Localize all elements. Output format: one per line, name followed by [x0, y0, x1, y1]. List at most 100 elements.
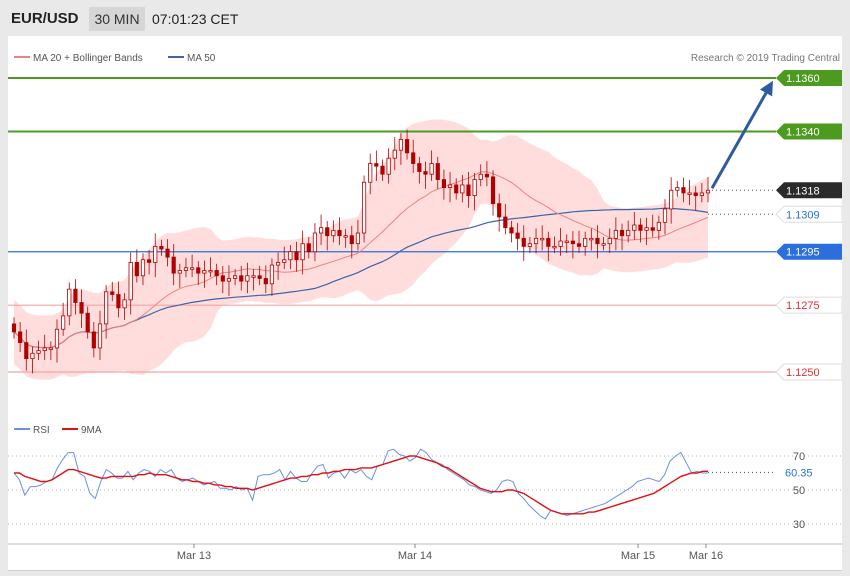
candle-body — [454, 184, 459, 194]
candle-body — [576, 243, 582, 247]
candle-body — [177, 270, 182, 274]
candle-body — [147, 259, 152, 263]
candle-body — [171, 256, 176, 274]
candle-body — [515, 232, 520, 239]
candle-body — [423, 171, 428, 175]
candle-body — [263, 278, 268, 285]
level-label-1.1309: 1.1309 — [786, 209, 820, 221]
candle-body — [343, 235, 348, 238]
candle-body — [226, 278, 232, 282]
ma9-legend-label: 9MA — [81, 425, 102, 436]
x-tick-label: Mar 15 — [621, 550, 655, 562]
candle-body — [589, 237, 594, 241]
candle-body — [368, 163, 373, 183]
candle-body — [386, 157, 391, 175]
candle-body — [349, 235, 354, 245]
candle-body — [134, 262, 139, 277]
candle-body — [220, 275, 225, 282]
candle-body — [251, 275, 256, 278]
candle-body — [61, 315, 66, 330]
candle-body — [447, 184, 453, 188]
candle-body — [552, 245, 557, 249]
level-label-1.1250: 1.1250 — [786, 367, 820, 379]
rsi-tick-30: 30 — [793, 519, 805, 531]
ma50-legend-label: MA 50 — [187, 53, 216, 64]
candle-body — [429, 163, 434, 175]
candle-body — [490, 176, 496, 205]
candle-body — [687, 192, 692, 195]
candle-body — [656, 221, 661, 231]
candle-body — [122, 299, 127, 309]
candle-body — [208, 270, 213, 273]
candle-body — [484, 173, 489, 178]
rsi-last-value: 60.35 — [785, 467, 813, 479]
x-axis: Mar 13 Mar 14 Mar 15 Mar 16 — [177, 544, 723, 562]
rsi-tick-70: 70 — [793, 451, 805, 463]
candle-body — [705, 189, 711, 194]
candle-body — [644, 227, 649, 231]
candle-body — [153, 245, 158, 263]
chart-panel: MA 20 + Bollinger Bands MA 50 Research ©… — [8, 36, 843, 571]
candle-body — [257, 275, 262, 279]
candle-body — [675, 187, 680, 191]
candle-body — [312, 232, 318, 253]
candle-body — [472, 179, 477, 196]
candle-body — [269, 264, 275, 285]
candle-body — [233, 275, 238, 279]
candle-body — [404, 139, 410, 154]
copyright-text: Research © 2019 Trading Central — [691, 53, 840, 64]
candle-body — [638, 224, 643, 231]
candle-body — [503, 216, 508, 229]
candle-body — [570, 240, 575, 245]
candle-body — [30, 352, 35, 360]
candle-body — [632, 224, 637, 231]
candle-body — [626, 229, 631, 237]
candle-body — [91, 331, 96, 349]
candle-body — [466, 184, 471, 196]
candle-body — [619, 229, 625, 237]
candle-body — [331, 229, 336, 237]
candle-body — [196, 267, 201, 274]
candle-body — [558, 240, 563, 247]
candle-body — [18, 331, 23, 343]
candle-body — [607, 237, 612, 245]
candle-body — [533, 237, 539, 245]
candle-body — [85, 312, 90, 333]
candle-body — [564, 240, 569, 243]
candle-body — [527, 243, 532, 247]
chart-canvas: MA 20 + Bollinger Bands MA 50 Research ©… — [8, 53, 843, 562]
rsi-plot: 30 50 70 60.35 — [8, 448, 842, 531]
candle-body — [97, 323, 103, 349]
candle-body — [380, 165, 385, 175]
level-label-1.1340: 1.1340 — [786, 126, 820, 138]
candle-body — [214, 270, 219, 277]
candle-body — [116, 294, 121, 309]
candle-body — [435, 163, 440, 180]
candle-body — [374, 163, 379, 167]
candle-body — [325, 227, 330, 237]
candle-body — [159, 245, 164, 250]
candle-body — [509, 227, 514, 234]
projection-arrow-shaft — [710, 85, 772, 189]
candle-body — [110, 291, 115, 295]
candle-body — [48, 347, 53, 350]
candle-body — [294, 251, 299, 261]
candle-body — [183, 267, 189, 271]
candle-body — [275, 262, 281, 266]
candle-body — [128, 262, 133, 301]
candle-body — [650, 227, 655, 231]
level-label-1.1318: 1.1318 — [786, 185, 820, 197]
candle-body — [669, 189, 674, 210]
candle-body — [318, 227, 324, 234]
candle-body — [42, 347, 47, 352]
candle-body — [417, 163, 422, 172]
instrument-title: EUR/USD — [11, 10, 79, 27]
candle-body — [361, 181, 367, 234]
candle-body — [693, 192, 698, 197]
candle-body — [239, 275, 244, 282]
candle-body — [104, 291, 109, 325]
candle-body — [140, 259, 146, 277]
timeframe-button[interactable]: 30 MIN — [89, 7, 145, 31]
x-tick-label: Mar 16 — [689, 550, 723, 562]
candle-body — [583, 237, 588, 247]
